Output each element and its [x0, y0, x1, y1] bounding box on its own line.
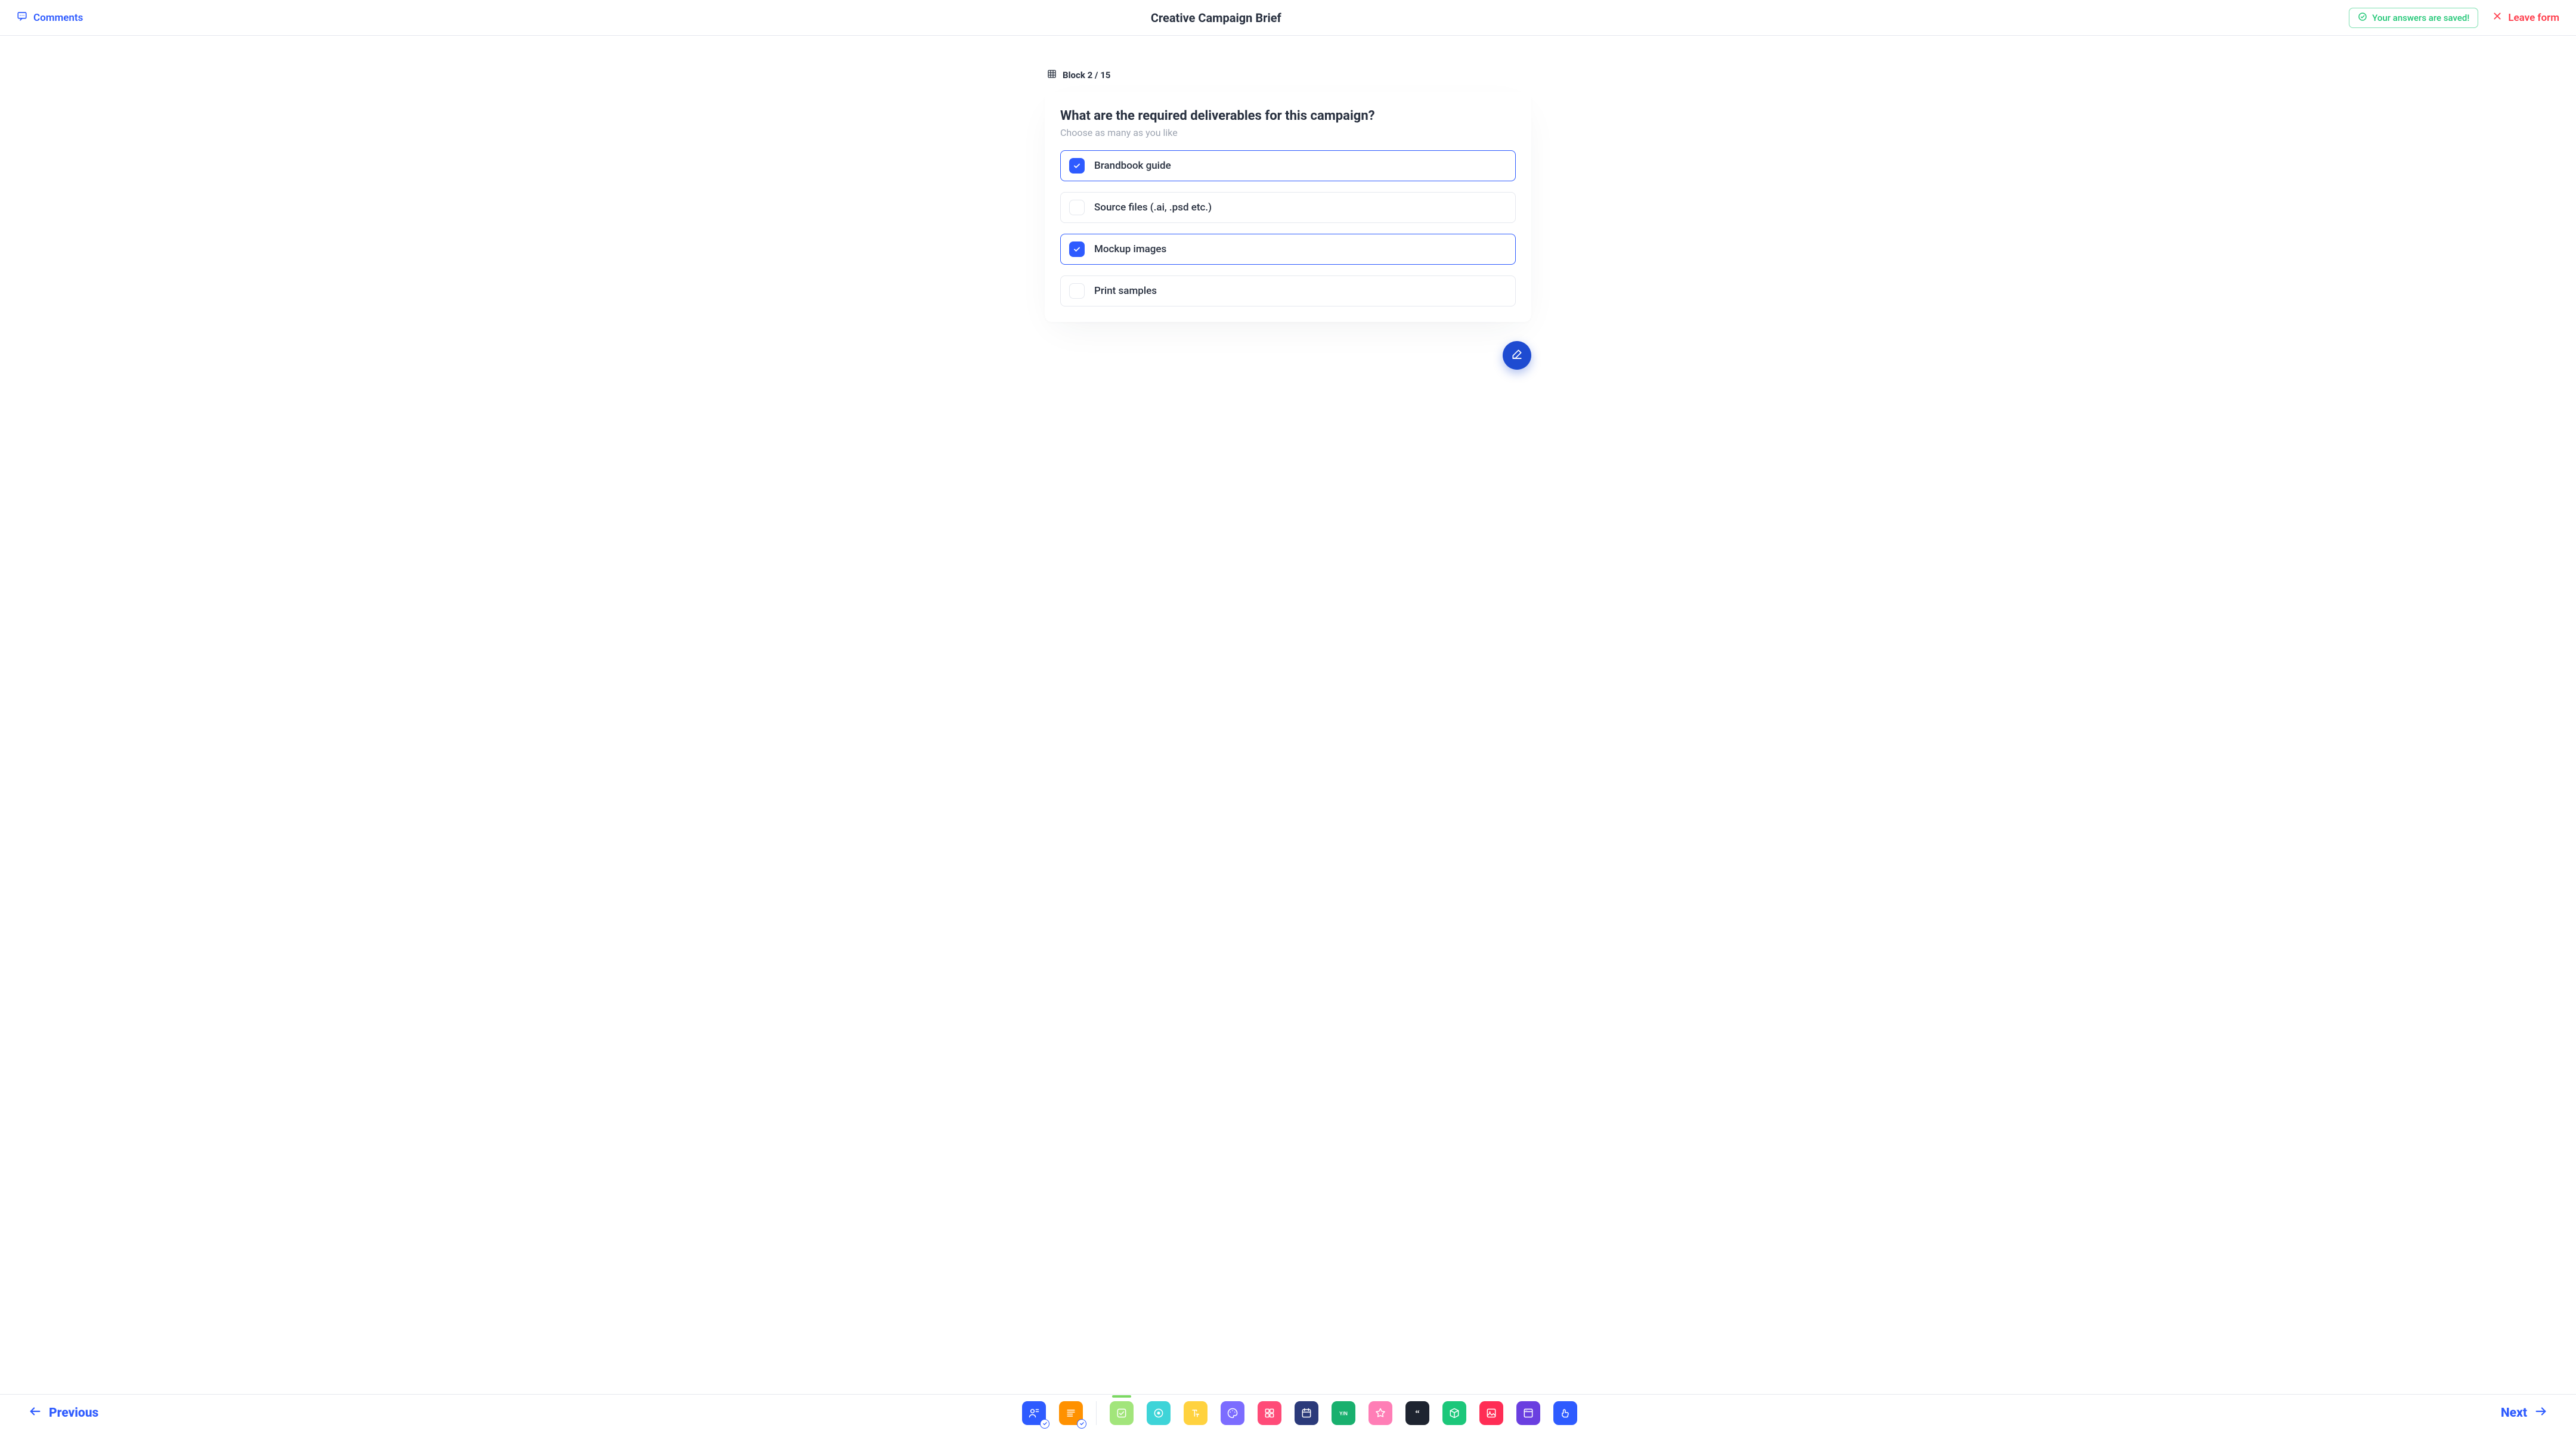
option-3[interactable]: Print samples: [1060, 275, 1516, 306]
option-1[interactable]: Source files (.ai, .psd etc.): [1060, 192, 1516, 223]
checkbox-icon: [1069, 200, 1085, 215]
main: Block 2 / 15 What are the required deliv…: [1045, 36, 1531, 394]
footer: Previous Y/N “ Next: [0, 1394, 2576, 1431]
svg-text:Y/N: Y/N: [1339, 1410, 1348, 1416]
option-2[interactable]: Mockup images: [1060, 234, 1516, 265]
block-indicator-text: Block 2 / 15: [1063, 70, 1110, 80]
saved-label: Your answers are saved!: [2372, 13, 2469, 23]
header: Comments Creative Campaign Brief Your an…: [0, 0, 2576, 36]
done-badge-icon: [1040, 1419, 1049, 1429]
done-badge-icon: [1077, 1419, 1086, 1429]
option-label: Source files (.ai, .psd etc.): [1094, 202, 1212, 213]
option-0[interactable]: Brandbook guide: [1060, 150, 1516, 181]
page-title: Creative Campaign Brief: [1151, 11, 1281, 25]
checkbox-icon: [1069, 158, 1085, 174]
arrow-right-icon: [2534, 1405, 2547, 1421]
checkbox-icon: [1069, 283, 1085, 299]
block-radio-icon[interactable]: [1147, 1401, 1171, 1425]
question-title: What are the required deliverables for t…: [1060, 109, 1516, 123]
active-indicator: [1112, 1395, 1131, 1398]
block-contact-icon[interactable]: [1022, 1401, 1046, 1425]
comments-button[interactable]: Comments: [17, 11, 83, 24]
arrow-left-icon: [29, 1405, 42, 1421]
block-text-icon[interactable]: [1184, 1401, 1208, 1425]
option-label: Print samples: [1094, 285, 1157, 297]
option-label: Brandbook guide: [1094, 160, 1171, 172]
checkbox-icon: [1069, 241, 1085, 257]
block-divider: [1096, 1401, 1097, 1425]
block-quote-icon[interactable]: “: [1405, 1401, 1429, 1425]
next-button[interactable]: Next: [2501, 1405, 2547, 1421]
options-list: Brandbook guide Source files (.ai, .psd e…: [1060, 150, 1516, 306]
block-yesno-icon[interactable]: Y/N: [1332, 1401, 1355, 1425]
block-nav: Y/N “: [1022, 1401, 1577, 1425]
block-checkbox-icon[interactable]: [1110, 1401, 1134, 1425]
block-package-icon[interactable]: [1442, 1401, 1466, 1425]
block-rating-icon[interactable]: [1368, 1401, 1392, 1425]
next-label: Next: [2501, 1406, 2527, 1420]
leave-button[interactable]: Leave form: [2493, 11, 2559, 24]
question-hint: Choose as many as you like: [1060, 127, 1516, 138]
comment-icon: [17, 11, 27, 24]
prev-label: Previous: [49, 1406, 98, 1420]
question-card: What are the required deliverables for t…: [1045, 92, 1531, 322]
check-circle-icon: [2358, 12, 2367, 24]
block-thanks-icon[interactable]: [1553, 1401, 1577, 1425]
svg-text:“: “: [1415, 1409, 1420, 1418]
edit-fab[interactable]: [1503, 341, 1531, 370]
grid-icon: [1047, 69, 1057, 81]
close-icon: [2493, 11, 2502, 24]
block-indicator: Block 2 / 15: [1047, 69, 1531, 81]
block-calendar-icon[interactable]: [1295, 1401, 1318, 1425]
saved-badge: Your answers are saved!: [2349, 8, 2478, 28]
leave-label: Leave form: [2508, 12, 2559, 24]
header-right: Your answers are saved! Leave form: [2349, 8, 2559, 28]
block-article-icon[interactable]: [1059, 1401, 1083, 1425]
option-label: Mockup images: [1094, 243, 1166, 255]
block-color-icon[interactable]: [1221, 1401, 1244, 1425]
block-website-icon[interactable]: [1516, 1401, 1540, 1425]
block-grid-icon[interactable]: [1258, 1401, 1281, 1425]
pencil-icon: [1511, 348, 1523, 363]
block-image-icon[interactable]: [1479, 1401, 1503, 1425]
comments-label: Comments: [33, 12, 83, 24]
prev-button[interactable]: Previous: [29, 1405, 98, 1421]
